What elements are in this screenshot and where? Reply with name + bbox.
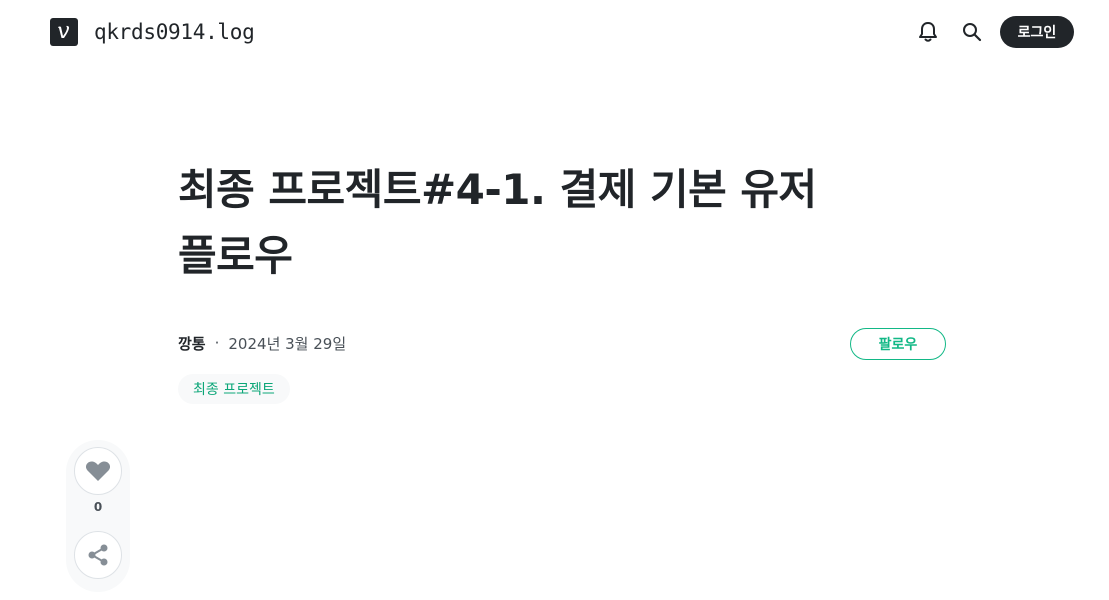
follow-button[interactable]: 팔로우 [850,328,946,360]
post-title-line-1: 최종 프로젝트#4-1. 결제 기본 유저 [178,165,817,214]
like-count: 0 [93,500,103,514]
velog-logo[interactable] [50,18,78,46]
blog-name[interactable]: qkrds0914.log [94,18,255,46]
search-icon [963,23,982,42]
share-button[interactable] [74,531,122,579]
site-header: qkrds0914.log 로그인 [0,0,1109,64]
search-button[interactable] [956,16,988,48]
post-title: 최종 프로젝트#4-1. 결제 기본 유저 플로우 [178,157,878,289]
notification-button[interactable] [912,16,944,48]
like-button[interactable] [74,447,122,495]
bell-icon [919,22,937,42]
post-date: 2024년 3월 29일 [228,334,347,353]
author-name[interactable]: 깡통 [178,333,206,354]
share-icon [88,544,108,566]
post-tag[interactable]: 최종 프로젝트 [178,374,290,404]
post-title-line-2: 플로우 [178,231,293,280]
post-meta: 깡통 · 2024년 3월 29일 [178,332,346,354]
velog-v-icon [58,25,70,38]
heart-icon [85,461,111,481]
meta-separator: · [214,334,220,352]
login-button[interactable]: 로그인 [1000,16,1074,48]
